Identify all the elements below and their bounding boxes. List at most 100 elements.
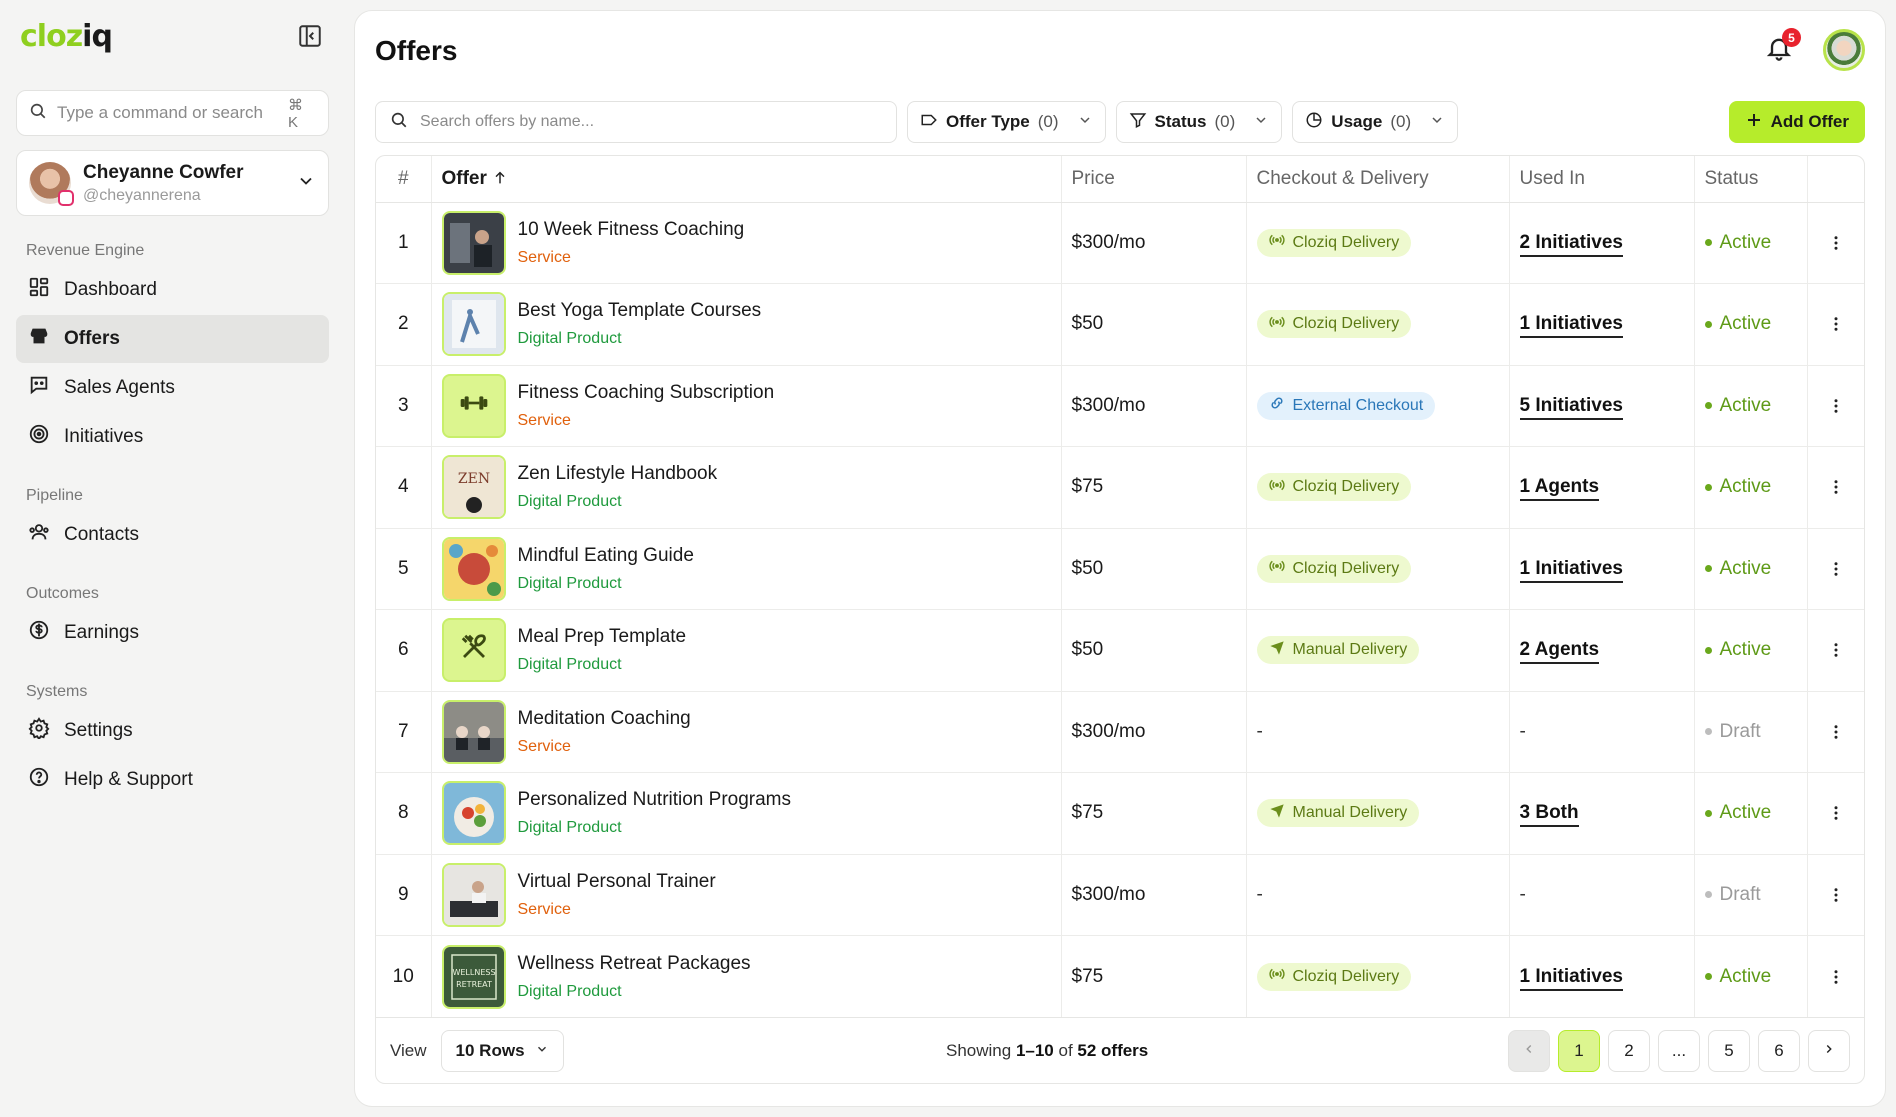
offer-name[interactable]: Virtual Personal Trainer (518, 871, 716, 893)
status-dot (1704, 565, 1712, 573)
table-row[interactable]: 9 Virtual Personal Trainer Service $300/mo -… (376, 854, 1864, 936)
sidebar-item-offers[interactable]: Offers (16, 315, 329, 363)
used-in-link[interactable]: 2 Agents (1519, 639, 1600, 665)
more-options-icon[interactable] (1818, 315, 1855, 333)
more-options-icon[interactable] (1818, 397, 1855, 415)
offer-type-filter[interactable]: Offer Type (0) (907, 101, 1106, 143)
page-button[interactable]: 5 (1708, 1029, 1750, 1072)
usage-filter[interactable]: Usage (0) (1292, 101, 1459, 143)
offer-cell: Fitness Coaching Subscription Service (431, 365, 1062, 447)
offer-name[interactable]: 10 Week Fitness Coaching (518, 219, 745, 241)
collapse-sidebar-icon[interactable] (295, 21, 325, 51)
filter-count: (0) (1390, 112, 1412, 131)
more-options-icon[interactable] (1818, 723, 1855, 741)
offer-name[interactable]: Personalized Nutrition Programs (518, 789, 792, 811)
offer-name[interactable]: Best Yoga Template Courses (518, 300, 762, 322)
sidebar-item-contacts[interactable]: Contacts (16, 511, 329, 559)
status-cell: Draft (1694, 691, 1808, 773)
offer-type: Digital Product (517, 574, 622, 592)
offer-search-input[interactable] (420, 113, 882, 131)
prev-page-button[interactable] (1508, 1029, 1550, 1072)
offer-name[interactable]: Meditation Coaching (518, 708, 691, 730)
offer-name[interactable]: Mindful Eating Guide (518, 545, 694, 567)
offer-thumbnail: WELLNESS RETREAT (441, 944, 506, 1009)
status-dot (1704, 891, 1712, 899)
page-button[interactable]: 1 (1558, 1029, 1600, 1072)
used-in-link[interactable]: 1 Initiatives (1519, 965, 1623, 991)
status-badge: Active (1704, 231, 1797, 254)
next-page-button[interactable] (1808, 1029, 1850, 1072)
used-in-link[interactable]: 1 Initiatives (1519, 557, 1623, 583)
table-row[interactable]: 2 Best Yoga Template Courses Digital Produ… (376, 283, 1864, 366)
sidebar-item-dashboard[interactable]: Dashboard (16, 266, 329, 314)
offer-name[interactable]: Meal Prep Template (518, 626, 687, 648)
offer-name[interactable]: Fitness Coaching Subscription (518, 382, 775, 404)
sidebar-item-earnings[interactable]: Earnings (16, 609, 329, 657)
status-dot (1704, 483, 1712, 491)
notifications-button[interactable]: 5 (1763, 28, 1801, 66)
offer-name[interactable]: Zen Lifestyle Handbook (518, 463, 718, 485)
sidebar-item-initiatives[interactable]: Initiatives (16, 413, 329, 461)
table-row[interactable]: 4 ZEN Zen Lifestyle Handbook Digital Produc… (376, 446, 1864, 529)
table-row[interactable]: 10 WELLNESS RETREAT Wellness Retreat Packag… (376, 935, 1864, 1017)
page-button[interactable]: 2 (1608, 1029, 1650, 1072)
used-in-link[interactable]: 1 Agents (1519, 476, 1600, 502)
link-icon (1269, 395, 1285, 416)
sidebar-item-settings[interactable]: Settings (16, 707, 329, 755)
delivery-label: Cloziq Delivery (1292, 967, 1400, 985)
page-button[interactable]: 6 (1758, 1029, 1800, 1072)
offer-name[interactable]: Wellness Retreat Packages (518, 953, 751, 975)
command-search-input[interactable] (57, 103, 278, 123)
more-options-icon[interactable] (1818, 968, 1855, 986)
sidebar-item-help[interactable]: Help & Support (16, 756, 329, 804)
offer-thumbnail (441, 862, 506, 927)
nav-section-outcomes: Outcomes (26, 585, 99, 602)
table-row[interactable]: 5 Mindful Eating Guide Digital Product $50 C… (376, 528, 1864, 610)
column-header-offer[interactable]: Offer (431, 156, 1062, 203)
logo: cloziq (20, 18, 113, 54)
page-ellipsis[interactable]: ... (1658, 1029, 1700, 1072)
table-row[interactable]: 3 Fitness Coaching Subscription Service $30… (376, 365, 1864, 447)
sidebar-item-sales-agents[interactable]: Sales Agents (16, 364, 329, 412)
used-in-link[interactable]: 5 Initiatives (1519, 394, 1623, 420)
command-search[interactable]: ⌘ K (16, 90, 329, 136)
used-in-link[interactable]: 2 Initiatives (1519, 231, 1623, 257)
chevron-left-icon (1522, 1041, 1536, 1061)
add-offer-button[interactable]: Add Offer (1728, 101, 1865, 143)
offer-search[interactable] (375, 101, 897, 143)
table-row[interactable]: 1 10 Week Fitness Coaching Service $300/mo C… (376, 202, 1864, 284)
column-header-status[interactable]: Status (1694, 156, 1808, 203)
more-options-icon[interactable] (1818, 478, 1855, 496)
page-title: Offers (375, 35, 458, 66)
more-options-icon[interactable] (1818, 641, 1855, 659)
status-label: Active (1719, 557, 1772, 579)
used-in-link[interactable]: 3 Both (1519, 802, 1579, 828)
table-row[interactable]: 6 Meal Prep Template Digital Product $50 Man… (376, 609, 1864, 692)
offer-cell: 10 Week Fitness Coaching Service (431, 202, 1062, 284)
chevron-down-icon (535, 1041, 549, 1061)
more-options-icon[interactable] (1818, 560, 1855, 578)
send-icon (1269, 640, 1285, 661)
more-options-icon[interactable] (1818, 804, 1855, 822)
rows-per-page-select[interactable]: 10 Rows (440, 1029, 564, 1072)
price-cell: $75 (1061, 935, 1247, 1017)
status-cell: Active (1694, 446, 1808, 529)
offer-cell: WELLNESS RETREAT Wellness Retreat Packages… (431, 935, 1062, 1017)
status-filter[interactable]: Status (0) (1115, 101, 1283, 143)
more-options-icon[interactable] (1818, 886, 1855, 904)
user-avatar[interactable] (1823, 29, 1865, 71)
more-options-icon[interactable] (1818, 234, 1855, 252)
table-row[interactable]: 8 Personalized Nutrition Programs Digital … (376, 772, 1864, 855)
used-in-link[interactable]: 1 Initiatives (1519, 313, 1623, 339)
delivery-label: Cloziq Delivery (1292, 559, 1400, 577)
table-row[interactable]: 7 Meditation Coaching Service $300/mo - - Draf… (376, 691, 1864, 773)
column-header-price[interactable]: Price (1061, 156, 1247, 203)
brand-row: cloziq (16, 16, 329, 56)
broadcast-icon (1268, 558, 1285, 579)
column-header-used-in[interactable]: Used In (1509, 156, 1695, 203)
status-label: Active (1719, 231, 1772, 253)
sidebar: cloziq ⌘ K Cheyanne Cowfer @cheyannerena… (0, 0, 345, 1117)
column-header-checkout[interactable]: Checkout & Delivery (1246, 156, 1510, 203)
profile-switcher[interactable]: Cheyanne Cowfer @cheyannerena (16, 150, 329, 216)
delivery-badge: External Checkout (1256, 391, 1436, 420)
